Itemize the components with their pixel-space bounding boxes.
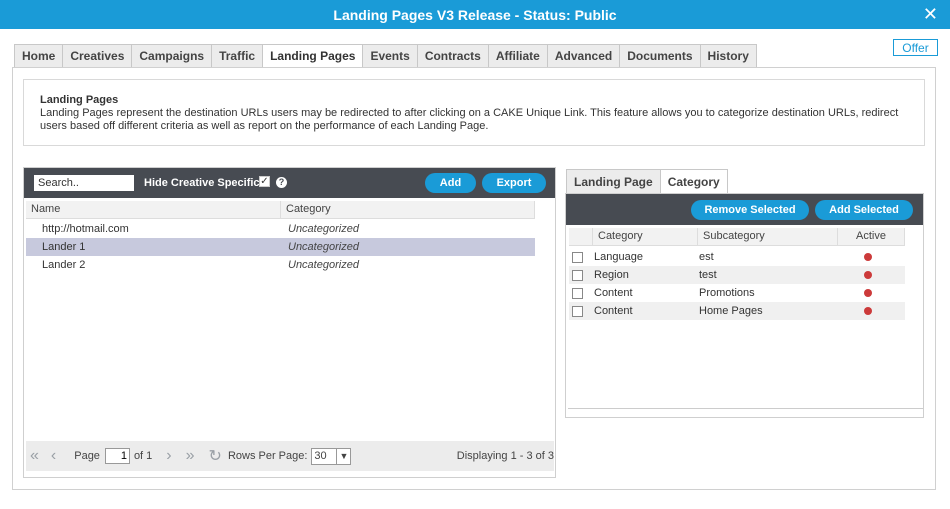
tab-contracts[interactable]: Contracts — [416, 44, 489, 68]
page-of-label: of 1 — [133, 450, 153, 462]
list-item[interactable]: Content Home Pages — [569, 302, 905, 320]
row-subcategory: test — [699, 269, 717, 281]
row-active — [834, 253, 901, 261]
row-category: Uncategorized — [288, 223, 359, 235]
rows-per-page-value: 30 — [314, 449, 327, 462]
horizontal-scrollbar[interactable] — [568, 408, 923, 413]
description-box: Landing Pages Landing Pages represent th… — [23, 79, 925, 146]
chevron-down-icon[interactable]: ▼ — [336, 448, 350, 464]
description-text: Landing Pages represent the destination … — [40, 107, 899, 132]
inactive-status-icon — [863, 271, 872, 279]
row-subcategory: Promotions — [699, 287, 755, 299]
close-icon[interactable]: ✕ — [923, 4, 938, 24]
remove-selected-button[interactable]: Remove Selected — [691, 200, 809, 220]
description-title: Landing Pages — [40, 94, 119, 106]
column-select — [569, 228, 593, 245]
landing-pages-grid: Hide Creative Specific ✓ ? Add Export Na… — [23, 167, 556, 478]
tab-landing-pages[interactable]: Landing Pages — [262, 44, 364, 68]
inactive-status-icon — [863, 307, 872, 315]
tab-affiliate[interactable]: Affiliate — [487, 44, 548, 68]
grid-body: http://hotmail.com Uncategorized Lander … — [26, 220, 535, 274]
tab-landing-page[interactable]: Landing Page — [566, 169, 661, 194]
table-row[interactable]: Lander 1 Uncategorized — [26, 238, 535, 256]
main-tabs: Home Creatives Campaigns Traffic Landing… — [14, 44, 757, 68]
row-name: Lander 1 — [42, 241, 86, 253]
column-category[interactable]: Category — [593, 228, 698, 245]
row-category: Uncategorized — [288, 241, 359, 253]
tab-history[interactable]: History — [699, 44, 757, 68]
row-checkbox[interactable] — [572, 305, 583, 317]
row-category: Content — [594, 305, 633, 317]
row-active — [834, 307, 901, 315]
prev-page-icon[interactable]: ‹ — [51, 447, 56, 465]
next-page-icon[interactable]: › — [166, 447, 171, 465]
tab-category[interactable]: Category — [659, 169, 728, 194]
tab-documents[interactable]: Documents — [619, 44, 701, 68]
tab-advanced[interactable]: Advanced — [546, 44, 621, 68]
rows-per-page-select[interactable]: 30 ▼ — [311, 447, 352, 465]
export-button[interactable]: Export — [482, 173, 546, 193]
table-row[interactable]: http://hotmail.com Uncategorized — [26, 220, 535, 238]
inactive-status-icon — [863, 289, 872, 297]
tab-traffic[interactable]: Traffic — [211, 44, 264, 68]
category-body: Language est Region test Content Promoti… — [569, 248, 905, 320]
row-category: Content — [594, 287, 633, 299]
row-active — [834, 289, 901, 297]
row-category: Language — [594, 251, 643, 263]
column-category[interactable]: Category — [281, 201, 535, 218]
pager: « ‹ Page of 1 › » ↻ Rows Per Page: 30 ▼ … — [26, 441, 554, 471]
inactive-status-icon — [863, 253, 872, 261]
hide-creative-specific-label: Hide Creative Specific — [144, 177, 260, 189]
rows-per-page-label: Rows Per Page: — [227, 450, 308, 462]
row-category: Uncategorized — [288, 259, 359, 271]
category-toolbar: Remove Selected Add Selected — [566, 194, 923, 225]
row-subcategory: est — [699, 251, 714, 263]
last-page-icon[interactable]: » — [186, 447, 195, 465]
refresh-icon[interactable]: ↻ — [209, 446, 222, 466]
help-icon[interactable]: ? — [276, 177, 287, 188]
row-checkbox[interactable] — [572, 269, 583, 281]
add-selected-button[interactable]: Add Selected — [815, 200, 913, 220]
row-name: http://hotmail.com — [42, 223, 129, 235]
page-label: Page — [74, 450, 100, 462]
category-header: Category Subcategory Active — [569, 228, 905, 246]
table-row[interactable]: Lander 2 Uncategorized — [26, 256, 535, 274]
row-checkbox[interactable] — [572, 251, 583, 263]
list-item[interactable]: Region test — [569, 266, 905, 284]
grid-toolbar: Hide Creative Specific ✓ ? Add Export — [24, 168, 555, 198]
row-subcategory: Home Pages — [699, 305, 763, 317]
row-name: Lander 2 — [42, 259, 86, 271]
list-item[interactable]: Language est — [569, 248, 905, 266]
tab-creatives[interactable]: Creatives — [62, 44, 133, 68]
grid-header: Name Category — [26, 201, 535, 219]
page-input[interactable] — [104, 448, 130, 464]
first-page-icon[interactable]: « — [30, 447, 39, 465]
tab-events[interactable]: Events — [362, 44, 418, 68]
hide-creative-specific-checkbox[interactable]: ✓ — [259, 176, 270, 187]
offer-button[interactable]: Offer — [893, 39, 938, 56]
search-input[interactable] — [34, 175, 134, 191]
column-subcategory[interactable]: Subcategory — [698, 228, 838, 245]
window-title: Landing Pages V3 Release - Status: Publi… — [333, 6, 617, 23]
category-grid: Remove Selected Add Selected Category Su… — [565, 193, 924, 418]
column-name[interactable]: Name — [26, 201, 281, 218]
right-tabs: Landing Page Category — [566, 169, 728, 194]
column-active[interactable]: Active — [838, 228, 905, 245]
add-button[interactable]: Add — [425, 173, 476, 193]
row-category: Region — [594, 269, 629, 281]
window-titlebar: Landing Pages V3 Release - Status: Publi… — [0, 0, 950, 29]
tab-campaigns[interactable]: Campaigns — [131, 44, 213, 68]
displaying-text: Displaying 1 - 3 of 3 — [456, 450, 554, 462]
tab-home[interactable]: Home — [14, 44, 64, 68]
list-item[interactable]: Content Promotions — [569, 284, 905, 302]
row-checkbox[interactable] — [572, 287, 583, 299]
row-active — [834, 271, 901, 279]
